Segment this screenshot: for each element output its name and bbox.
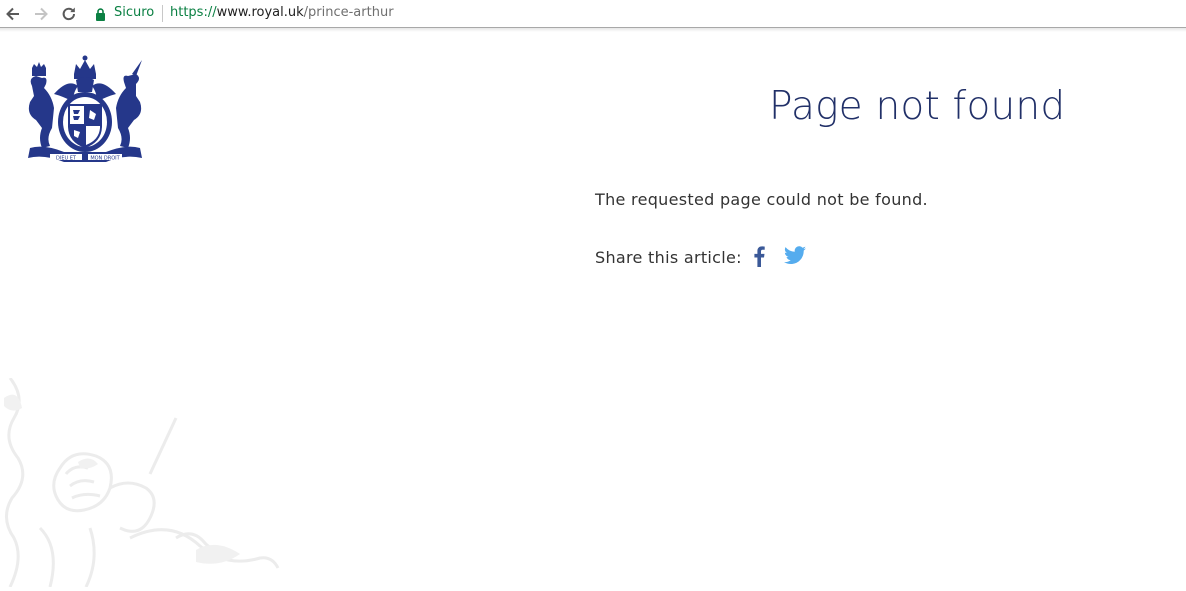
page-title: Page not found	[769, 84, 1066, 129]
url-text[interactable]: https://www.royal.uk/prince-arthur	[170, 5, 394, 21]
share-label: Share this article:	[595, 248, 742, 267]
back-arrow-icon[interactable]	[3, 4, 23, 24]
not-found-message: The requested page could not be found.	[595, 190, 928, 209]
browser-toolbar: Sicuro https://www.royal.uk/prince-arthu…	[0, 0, 1186, 27]
url-path: /prince-arthur	[303, 5, 394, 20]
crest-motto-left: DIEU ET	[56, 155, 77, 161]
address-bar[interactable]: Sicuro https://www.royal.uk/prince-arthu…	[86, 0, 1186, 26]
security-label[interactable]: Sicuro	[114, 5, 154, 21]
facebook-icon[interactable]	[752, 245, 766, 267]
url-host: www.royal.uk	[216, 5, 304, 20]
lock-icon[interactable]	[95, 6, 106, 25]
twitter-icon[interactable]	[783, 246, 807, 266]
heraldic-watermark	[0, 377, 280, 588]
url-scheme: https://	[170, 5, 217, 20]
royal-crest-logo[interactable]: DIEU ET MON DROIT	[24, 52, 146, 166]
forward-arrow-icon[interactable]	[31, 4, 51, 24]
crest-motto-right: MON DROIT	[90, 155, 120, 161]
toolbar-shadow	[0, 28, 1186, 32]
reload-icon[interactable]	[59, 4, 79, 24]
omnibox-divider	[162, 5, 163, 22]
